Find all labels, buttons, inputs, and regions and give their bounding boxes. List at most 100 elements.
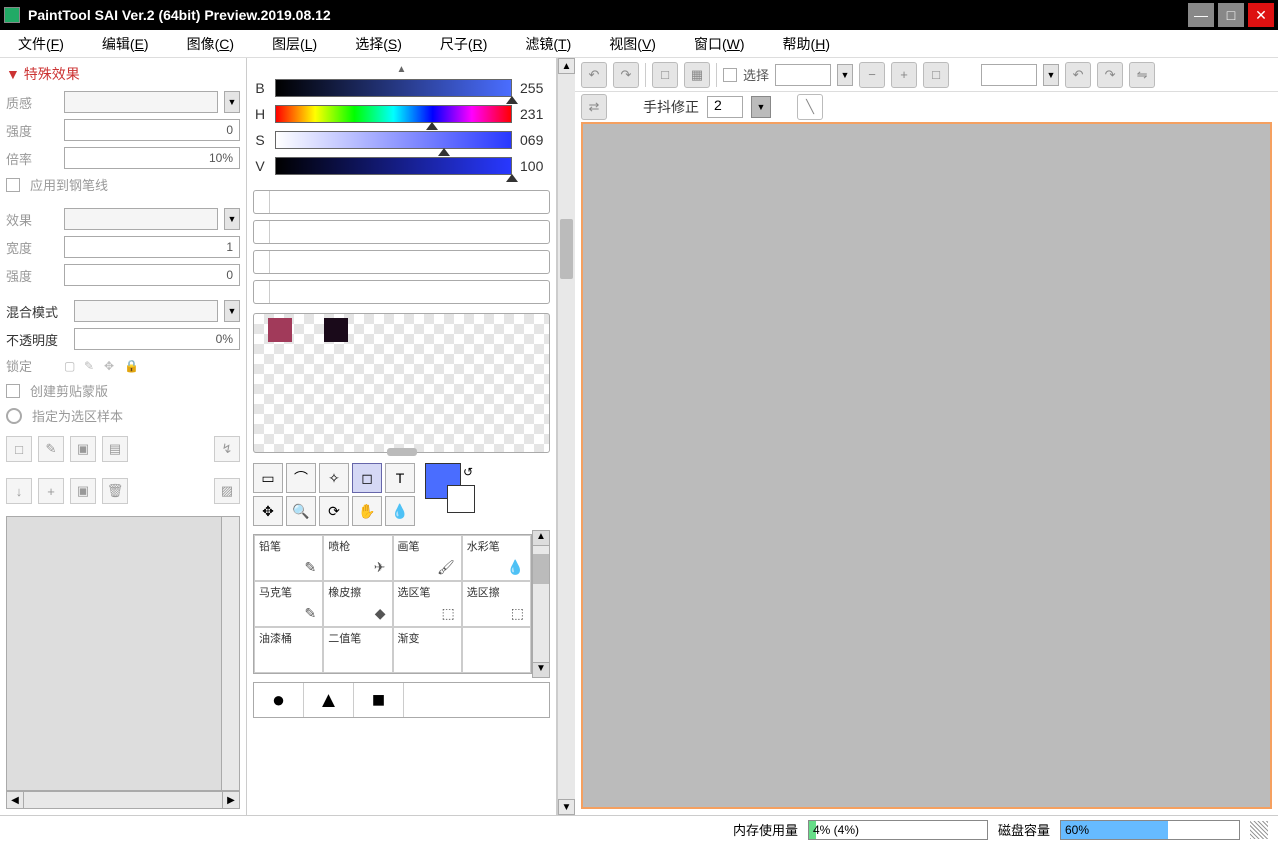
width-field[interactable]: 1	[64, 236, 240, 258]
menu-edit[interactable]: 编辑(E)	[102, 34, 149, 54]
brush-watercolor[interactable]: 水彩笔💧	[462, 535, 531, 581]
menu-file[interactable]: 文件(F)	[18, 34, 64, 54]
menu-ruler[interactable]: 尺子(R)	[440, 34, 487, 54]
lock-pixel-icon[interactable]: ▢	[64, 359, 78, 373]
resize-grip[interactable]	[1250, 821, 1268, 839]
select-field[interactable]	[775, 64, 831, 86]
color-history-1[interactable]	[253, 190, 550, 214]
clear-button[interactable]: ▨	[214, 478, 240, 504]
background-color[interactable]	[447, 485, 475, 513]
clip-mask-checkbox[interactable]	[6, 384, 20, 398]
menu-view[interactable]: 视图(V)	[609, 34, 656, 54]
layer-list[interactable]	[6, 516, 240, 791]
brush-scroll-up[interactable]: ▲	[532, 530, 550, 546]
color-history-3[interactable]	[253, 250, 550, 274]
h-slider[interactable]	[275, 105, 512, 123]
b-slider[interactable]	[275, 79, 512, 97]
transfer-button[interactable]: ▤	[102, 436, 128, 462]
flip-canvas-button[interactable]: ⇄	[581, 94, 607, 120]
duplicate-button[interactable]: ▣	[70, 478, 96, 504]
lock-all-icon[interactable]: 🔒	[124, 359, 138, 373]
v-slider[interactable]	[275, 157, 512, 175]
brush-sel-pen[interactable]: 选区笔⬚	[393, 581, 462, 627]
scroll-track[interactable]	[24, 791, 222, 809]
menu-help[interactable]: 帮助(H)	[783, 34, 830, 54]
brush-pencil[interactable]: 铅笔✎	[254, 535, 323, 581]
brush-gradient[interactable]: 渐变	[393, 627, 462, 673]
new-layer-button[interactable]: □	[6, 436, 32, 462]
swatch-1[interactable]	[268, 318, 292, 342]
strength2-field[interactable]: 0	[64, 264, 240, 286]
text-tool[interactable]: T	[385, 463, 415, 493]
rotate-tool[interactable]: ⟳	[319, 496, 349, 526]
texture-field[interactable]	[64, 91, 218, 113]
s-slider[interactable]	[275, 131, 512, 149]
undo-button[interactable]: ↶	[581, 62, 607, 88]
scale-field[interactable]: 10%	[64, 147, 240, 169]
menu-image[interactable]: 图像(C)	[187, 34, 234, 54]
redo-button[interactable]: ↷	[613, 62, 639, 88]
rotate-left-button[interactable]: ↶	[1065, 62, 1091, 88]
angle-field[interactable]	[981, 64, 1037, 86]
color-history-2[interactable]	[253, 220, 550, 244]
shape-square[interactable]: ■	[354, 683, 404, 717]
brush-empty[interactable]	[462, 627, 531, 673]
wand-tool[interactable]: ✧	[319, 463, 349, 493]
brush-bucket[interactable]: 油漆桶	[254, 627, 323, 673]
stabilizer-dropdown[interactable]: ▼	[751, 96, 771, 118]
opacity-field[interactable]: 0%	[74, 328, 240, 350]
hand-tool[interactable]: ✋	[352, 496, 382, 526]
new-folder-button[interactable]: ▣	[70, 436, 96, 462]
lock-paint-icon[interactable]: ✎	[84, 359, 98, 373]
swatch-2[interactable]	[324, 318, 348, 342]
brush-marker[interactable]: 马克笔✎	[254, 581, 323, 627]
scroll-left[interactable]: ◀	[6, 791, 24, 809]
marquee-tool[interactable]: ▭	[253, 463, 283, 493]
deselect-button[interactable]: □	[652, 62, 678, 88]
brush-binary[interactable]: 二值笔	[323, 627, 392, 673]
maximize-button[interactable]: □	[1218, 3, 1244, 27]
brush-brush[interactable]: 画笔🖌	[393, 535, 462, 581]
delete-button[interactable]: 🗑	[102, 478, 128, 504]
sel-add-button[interactable]: +	[891, 62, 917, 88]
close-button[interactable]: ✕	[1248, 3, 1274, 27]
shape-triangle[interactable]: ▲	[304, 683, 354, 717]
sel-reset-button[interactable]: □	[923, 62, 949, 88]
flip-button[interactable]: ⇋	[1129, 62, 1155, 88]
swatch-palette[interactable]	[253, 313, 550, 453]
add-button[interactable]: +	[38, 478, 64, 504]
color-swap[interactable]: ↺	[425, 463, 475, 513]
eyedropper-tool[interactable]: 💧	[385, 496, 415, 526]
effect-dropdown[interactable]: ▼	[224, 208, 240, 230]
strength-field[interactable]: 0	[64, 119, 240, 141]
minimize-button[interactable]: —	[1188, 3, 1214, 27]
brush-eraser[interactable]: 橡皮擦◆	[323, 581, 392, 627]
apply-pen-checkbox[interactable]	[6, 178, 20, 192]
panel-divider-scroll[interactable]: ▲ ▼	[557, 58, 575, 815]
texture-dropdown[interactable]: ▼	[224, 91, 240, 113]
effect-field[interactable]	[64, 208, 218, 230]
invert-button[interactable]: ▦	[684, 62, 710, 88]
new-linework-button[interactable]: ✎	[38, 436, 64, 462]
layer-scrollbar[interactable]	[221, 517, 239, 790]
lock-move-icon[interactable]: ✥	[104, 359, 118, 373]
shape-circle[interactable]: ●	[254, 683, 304, 717]
brush-sel-eraser[interactable]: 选区擦⬚	[462, 581, 531, 627]
blend-mode-field[interactable]	[74, 300, 218, 322]
lasso-tool[interactable]: ⌒	[286, 463, 316, 493]
brush-scroll-track[interactable]	[532, 546, 550, 662]
color-history-4[interactable]	[253, 280, 550, 304]
brush-scroll-down[interactable]: ▼	[532, 662, 550, 678]
select-checkbox[interactable]	[723, 68, 737, 82]
shape-tool[interactable]: ◻	[352, 463, 382, 493]
menu-select[interactable]: 选择(S)	[355, 34, 402, 54]
move-tool[interactable]: ✥	[253, 496, 283, 526]
angle-dropdown[interactable]: ▼	[1043, 64, 1059, 86]
canvas[interactable]	[581, 122, 1272, 809]
blend-mode-dropdown[interactable]: ▼	[224, 300, 240, 322]
select-dropdown[interactable]: ▼	[837, 64, 853, 86]
sel-sample-radio[interactable]	[6, 408, 22, 424]
swap-icon[interactable]: ↺	[463, 465, 473, 479]
sel-sub-button[interactable]: −	[859, 62, 885, 88]
scroll-right[interactable]: ▶	[222, 791, 240, 809]
